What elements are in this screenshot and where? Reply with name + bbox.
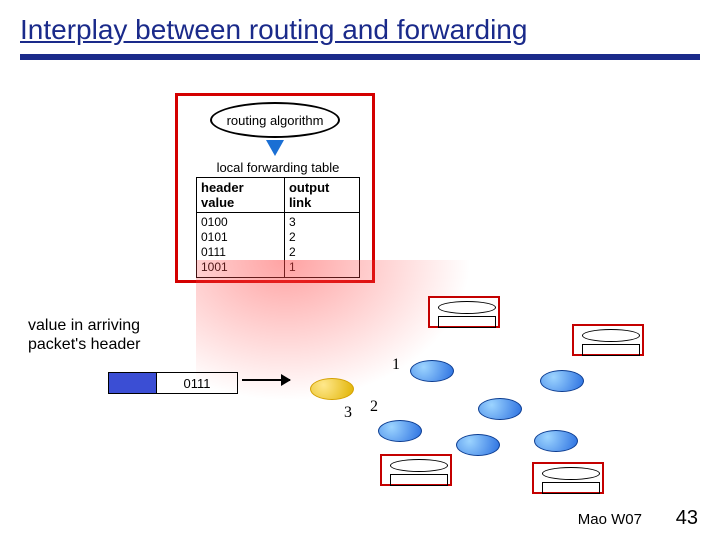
routing-box: routing algorithm local forwarding table… [175, 93, 375, 283]
forwarding-table-col-headervalue: header value [197, 178, 285, 213]
packet-header-color [109, 373, 157, 393]
footer-author: Mao W07 [578, 511, 642, 528]
packet-header-value: 0111 [157, 373, 237, 393]
router-icon [310, 378, 354, 400]
arriving-packet: 0111 [108, 372, 238, 394]
forwarding-table-col-outputlink: output link [284, 178, 359, 213]
forwarding-table-caption: local forwarding table [196, 160, 360, 177]
link-label-2: 2 [370, 398, 378, 416]
router-icon [410, 360, 454, 382]
slide-title: Interplay between routing and forwarding [0, 0, 720, 52]
mini-forwarding-box [428, 296, 500, 328]
router-icon [534, 430, 578, 452]
arrow-down-icon [266, 140, 284, 156]
mini-forwarding-box [380, 454, 452, 486]
mini-forwarding-box [532, 462, 604, 494]
link-label-1: 1 [392, 356, 400, 374]
title-underline [20, 54, 700, 60]
router-icon [540, 370, 584, 392]
forwarding-table: local forwarding table header value outp… [196, 160, 360, 278]
router-icon [456, 434, 500, 456]
routing-algorithm-oval: routing algorithm [210, 102, 340, 138]
arriving-packet-label: value in arriving packet's header [28, 316, 140, 354]
mini-forwarding-box [572, 324, 644, 356]
forwarding-table-outputlinks: 3 2 2 1 [284, 213, 359, 278]
packet-arrow-icon [242, 379, 290, 381]
router-icon [378, 420, 422, 442]
link-label-3: 3 [344, 404, 352, 422]
footer-page-number: 43 [676, 507, 698, 530]
forwarding-table-headervalues: 0100 0101 0111 1001 [197, 213, 285, 278]
router-icon [478, 398, 522, 420]
